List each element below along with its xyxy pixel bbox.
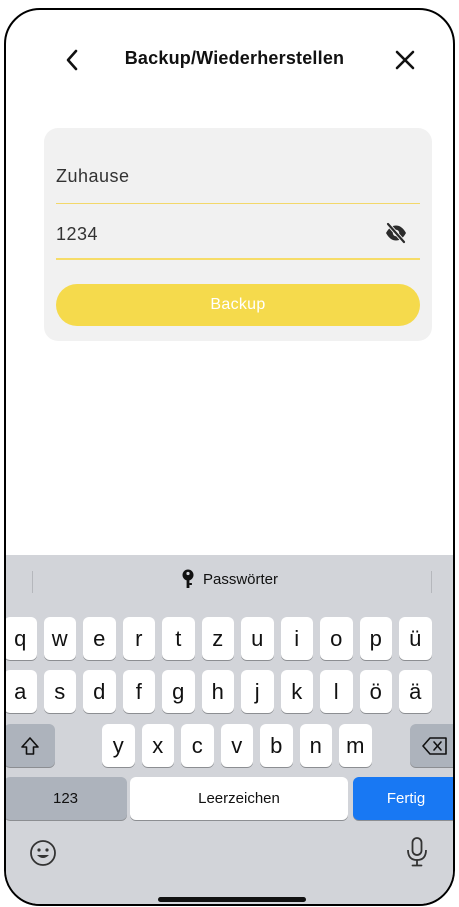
key-n[interactable]: n (299, 724, 332, 767)
key-z[interactable]: z (201, 617, 234, 660)
key-k[interactable]: k (280, 670, 313, 713)
key-r[interactable]: r (122, 617, 155, 660)
key-t[interactable]: t (162, 617, 195, 660)
emoji-button[interactable] (28, 838, 58, 868)
suggestion-bar: Passwörter (6, 555, 453, 605)
key-e[interactable]: e (83, 617, 116, 660)
key-y[interactable]: y (102, 724, 135, 767)
done-key[interactable]: Fertig (353, 777, 453, 820)
key-i[interactable]: i (280, 617, 313, 660)
name-input[interactable] (56, 166, 420, 187)
key-q[interactable]: q (6, 617, 37, 660)
key-h[interactable]: h (201, 670, 234, 713)
backup-button[interactable]: Backup (56, 284, 420, 326)
name-field[interactable] (56, 154, 420, 204)
emoji-icon (30, 840, 56, 866)
key-ü[interactable]: ü (399, 617, 432, 660)
phone-frame: Backup/Wiederherstellen Backup (4, 8, 455, 906)
key-s[interactable]: s (43, 670, 76, 713)
page-title: Backup/Wiederherstellen (124, 48, 345, 68)
key-a[interactable]: a (6, 670, 37, 713)
delete-key[interactable] (410, 724, 453, 767)
delete-icon (421, 736, 447, 755)
microphone-icon (407, 837, 427, 867)
dictation-button[interactable] (404, 836, 434, 867)
backup-card: Backup (44, 128, 432, 341)
key-f[interactable]: f (122, 670, 155, 713)
key-w[interactable]: w (43, 617, 76, 660)
toggle-visibility-button[interactable] (384, 221, 408, 245)
key-c[interactable]: c (181, 724, 214, 767)
password-field[interactable] (56, 210, 420, 260)
passwords-suggestion[interactable]: Passwörter (6, 569, 453, 589)
password-input[interactable] (56, 224, 376, 245)
key-d[interactable]: d (83, 670, 116, 713)
key-l[interactable]: l (320, 670, 353, 713)
key-icon (182, 569, 194, 588)
numbers-key[interactable]: 123 (6, 777, 127, 820)
key-u[interactable]: u (241, 617, 274, 660)
shift-icon (20, 736, 39, 755)
suggestion-divider (431, 571, 432, 593)
close-icon (395, 50, 415, 70)
key-g[interactable]: g (162, 670, 195, 713)
key-ö[interactable]: ö (359, 670, 392, 713)
header: Backup/Wiederherstellen (6, 10, 453, 110)
key-v[interactable]: v (220, 724, 253, 767)
shift-key[interactable] (6, 724, 55, 767)
password-underline (56, 258, 420, 260)
key-o[interactable]: o (320, 617, 353, 660)
key-j[interactable]: j (241, 670, 274, 713)
key-ä[interactable]: ä (399, 670, 432, 713)
passwords-label: Passwörter (202, 570, 279, 588)
home-indicator (158, 897, 306, 902)
key-x[interactable]: x (141, 724, 174, 767)
back-chevron-icon (66, 49, 78, 71)
name-underline (56, 203, 420, 204)
close-button[interactable] (388, 42, 422, 78)
eye-slash-icon (386, 222, 406, 244)
key-b[interactable]: b (260, 724, 293, 767)
key-p[interactable]: p (359, 617, 392, 660)
back-button[interactable] (58, 42, 86, 78)
key-m[interactable]: m (339, 724, 372, 767)
space-key[interactable]: Leerzeichen (130, 777, 348, 820)
keyboard: Passwörter qwertzuiopü asdfghjklöä yxcvb… (6, 555, 453, 904)
